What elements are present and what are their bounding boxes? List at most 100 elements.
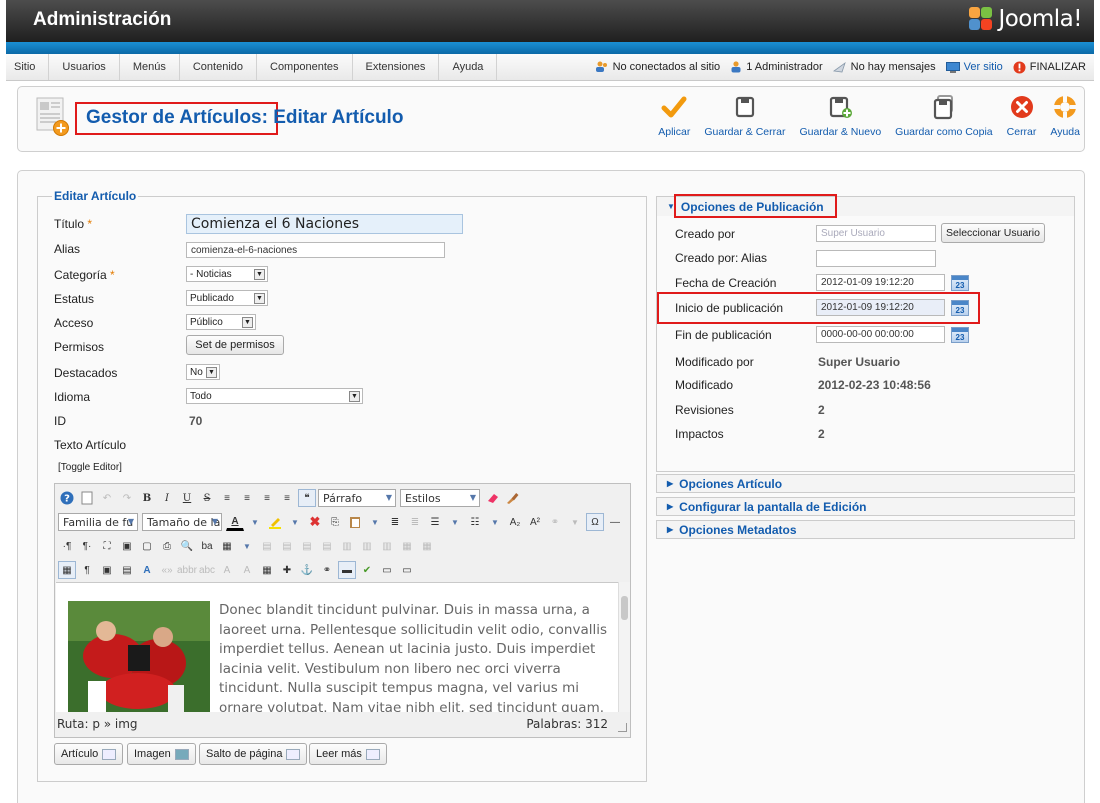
editor-content-area[interactable]: Donec blandit tincidunt pulvinar. Duis i… [56, 582, 620, 714]
editor-scrollbar[interactable] [618, 582, 630, 714]
save-close-button[interactable]: Guardar & Cerrar [704, 94, 785, 138]
align-right-icon[interactable]: ≡ [258, 489, 276, 507]
chevron-down-icon[interactable]: ▼ [366, 513, 384, 531]
special-char-icon[interactable]: Ω [586, 513, 604, 531]
calendar-icon[interactable]: 23 [951, 300, 969, 316]
read-more-button[interactable]: Leer más [309, 743, 387, 765]
find-icon[interactable]: 🔍 [178, 537, 196, 555]
menu-item-extensiones[interactable]: Extensiones [353, 54, 440, 80]
paste-word-icon[interactable]: ≣ [406, 513, 424, 531]
permissions-button[interactable]: Set de permisos [186, 335, 284, 355]
layer-icon[interactable]: ▣ [98, 561, 116, 579]
eraser-icon[interactable] [484, 489, 502, 507]
format-select[interactable]: Párrafo ▼ [318, 489, 396, 507]
alias-input[interactable]: comienza-el-6-naciones [186, 242, 445, 258]
paragraph-icon[interactable]: ¶ [78, 561, 96, 579]
created-alias-input[interactable] [816, 250, 936, 267]
title-input[interactable]: Comienza el 6 Naciones [186, 214, 463, 234]
bold-icon[interactable]: B [138, 489, 156, 507]
align-justify-icon[interactable]: ≡ [278, 489, 296, 507]
styleprops-icon[interactable]: A [138, 561, 156, 579]
italic-icon[interactable]: I [158, 489, 176, 507]
undo-icon[interactable]: ↶ [98, 489, 116, 507]
article-options-header[interactable]: ▶ Opciones Artículo [656, 474, 1075, 493]
bullet-list-icon[interactable]: ☷ [466, 513, 484, 531]
align-left-icon[interactable]: ≡ [218, 489, 236, 507]
row-after-icon[interactable]: ▤ [298, 537, 316, 555]
text-color-icon[interactable]: A [226, 513, 244, 531]
view-site-link[interactable]: Ver sitio [945, 61, 1003, 73]
editor-help-icon[interactable]: ? [58, 489, 76, 507]
redo-icon[interactable]: ↷ [118, 489, 136, 507]
abbr-icon[interactable]: abbr [177, 561, 197, 579]
apply-button[interactable]: Aplicar [658, 94, 690, 138]
unlink-icon[interactable]: ⚭ [546, 513, 564, 531]
save-new-button[interactable]: Guardar & Nuevo [799, 94, 881, 138]
featured-select[interactable]: No ▼ [186, 364, 220, 380]
preview-icon[interactable]: ▣ [118, 537, 136, 555]
chevron-down-icon[interactable]: ▼ [286, 513, 304, 531]
menu-item-sitio[interactable]: Sitio [6, 54, 50, 80]
strikethrough-icon[interactable]: S [198, 489, 216, 507]
insert-image-button[interactable]: Imagen [127, 743, 196, 765]
underline-icon[interactable]: U [178, 489, 196, 507]
rtl-icon[interactable]: ¶· [78, 537, 96, 555]
ltr-icon[interactable]: ·¶ [58, 537, 76, 555]
highlight-color-icon[interactable] [266, 513, 284, 531]
absolute-icon[interactable]: ▤ [118, 561, 136, 579]
chevron-down-icon[interactable]: ▼ [566, 513, 584, 531]
font-size-select[interactable]: Tamaño de la ▼ [142, 513, 222, 531]
col-delete-icon[interactable]: ▥ [378, 537, 396, 555]
publish-down-input[interactable]: 0000-00-00 00:00:00 [816, 326, 945, 343]
menu-item-componentes[interactable]: Componentes [257, 54, 353, 80]
image-icon[interactable]: ▬ [338, 561, 356, 579]
select-user-button[interactable]: Seleccionar Usuario [941, 223, 1045, 243]
attributes-icon[interactable]: ▦ [258, 561, 276, 579]
styles-select[interactable]: Estilos ▼ [400, 489, 480, 507]
help-button[interactable]: Ayuda [1050, 94, 1080, 138]
cite-icon[interactable]: «» [158, 561, 176, 579]
split-cells-icon[interactable]: ▦ [398, 537, 416, 555]
col-after-icon[interactable]: ▥ [358, 537, 376, 555]
subscript-icon[interactable]: A₂ [506, 513, 524, 531]
scrollbar-thumb[interactable] [621, 596, 628, 620]
spellcheck-icon[interactable]: ✔ [358, 561, 376, 579]
menu-item-contenido[interactable]: Contenido [180, 54, 257, 80]
copy-icon[interactable]: ⎘ [326, 513, 344, 531]
merge-cells-icon[interactable]: ▦ [418, 537, 436, 555]
blockquote-icon[interactable]: ❝ [298, 489, 316, 507]
logout-link[interactable]: FINALIZAR [1013, 61, 1086, 74]
access-select[interactable]: Público ▼ [186, 314, 256, 330]
close-button[interactable]: Cerrar [1007, 94, 1036, 138]
chevron-down-icon[interactable]: ▼ [238, 537, 256, 555]
insert-article-button[interactable]: Artículo [54, 743, 124, 765]
col-before-icon[interactable]: ▥ [338, 537, 356, 555]
insert-image-icon[interactable]: ▦ [218, 537, 236, 555]
save-copy-button[interactable]: Guardar como Copia [895, 94, 993, 138]
menu-item-usuarios[interactable]: Usuarios [49, 54, 120, 80]
media-icon[interactable]: ✚ [278, 561, 296, 579]
print-icon[interactable]: ⎙ [158, 537, 176, 555]
table-icon[interactable]: ▦ [58, 561, 76, 579]
language-select[interactable]: Todo ▼ [186, 388, 363, 404]
new-document-icon[interactable] [78, 489, 96, 507]
anchor-icon[interactable]: ⚓ [298, 561, 316, 579]
cleanup-brush-icon[interactable] [504, 489, 522, 507]
toggle-editor-link[interactable]: [Toggle Editor] [58, 462, 122, 473]
ins-icon[interactable]: A [238, 561, 256, 579]
cut-icon[interactable]: ✖ [306, 513, 324, 531]
pagebreak-icon[interactable]: ▭ [378, 561, 396, 579]
status-select[interactable]: Publicado ▼ [186, 290, 268, 306]
table-properties-icon[interactable]: ▤ [258, 537, 276, 555]
chevron-down-icon[interactable]: ▼ [446, 513, 464, 531]
category-select[interactable]: - Noticias ▼ [186, 266, 268, 282]
created-by-input[interactable]: Super Usuario [816, 225, 936, 242]
row-before-icon[interactable]: ▤ [278, 537, 296, 555]
replace-icon[interactable]: ba [198, 537, 216, 555]
horizontal-rule-icon[interactable]: — [606, 513, 624, 531]
metadata-options-header[interactable]: ▶ Opciones Metadatos [656, 520, 1075, 539]
publish-up-input[interactable]: 2012-01-09 19:12:20 [816, 299, 945, 316]
chevron-down-icon[interactable]: ▼ [486, 513, 504, 531]
link-icon[interactable]: ⚭ [318, 561, 336, 579]
paste-icon[interactable] [346, 513, 364, 531]
